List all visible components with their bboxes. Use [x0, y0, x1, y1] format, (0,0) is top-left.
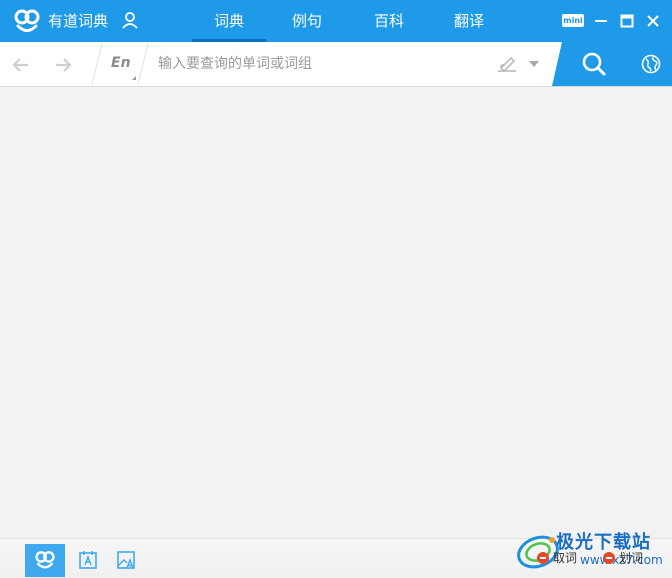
close-icon[interactable]: [646, 14, 660, 28]
app-title: 有道词典: [48, 12, 109, 30]
result-content-area: [0, 88, 672, 538]
tab-translate[interactable]: 翻译: [432, 0, 506, 42]
image-translate-button[interactable]: [106, 544, 146, 577]
handwriting-icon[interactable]: [497, 55, 517, 73]
search-bar: En: [0, 42, 672, 87]
youdao-logo-icon: [14, 9, 40, 32]
image-translate-icon: [117, 551, 135, 569]
tab-examples[interactable]: 例句: [270, 0, 344, 42]
chevron-down-icon[interactable]: [529, 61, 539, 67]
maximize-icon[interactable]: [620, 14, 634, 28]
wordbook-icon: [79, 551, 97, 569]
globe-icon: [641, 54, 661, 74]
user-account-icon[interactable]: [121, 11, 139, 29]
toggle-fetch-word[interactable]: 取词: [537, 550, 577, 566]
youdao-logo-icon: [35, 551, 55, 569]
toggle-select-label: 划词: [619, 551, 644, 565]
tab-encyclopedia[interactable]: 百科: [352, 0, 426, 42]
toggle-fetch-label: 取词: [553, 551, 578, 565]
mini-mode-button[interactable]: mini: [562, 14, 584, 27]
dictionary-mode-button[interactable]: [25, 544, 65, 577]
wordbook-button[interactable]: [68, 544, 108, 577]
web-search-button[interactable]: [632, 42, 672, 86]
title-bar: 有道词典 词典 例句 百科 翻译 mini: [0, 0, 672, 42]
search-input[interactable]: [158, 51, 488, 77]
back-arrow-icon[interactable]: [10, 54, 32, 76]
toggle-select-word[interactable]: 划词: [603, 550, 643, 566]
tab-dictionary[interactable]: 词典: [192, 0, 266, 42]
forward-arrow-icon[interactable]: [52, 54, 74, 76]
language-selector[interactable]: En: [111, 55, 131, 71]
search-button[interactable]: [552, 42, 632, 86]
minimize-icon[interactable]: [594, 14, 608, 28]
status-off-icon: [603, 552, 615, 564]
status-off-icon: [537, 552, 549, 564]
